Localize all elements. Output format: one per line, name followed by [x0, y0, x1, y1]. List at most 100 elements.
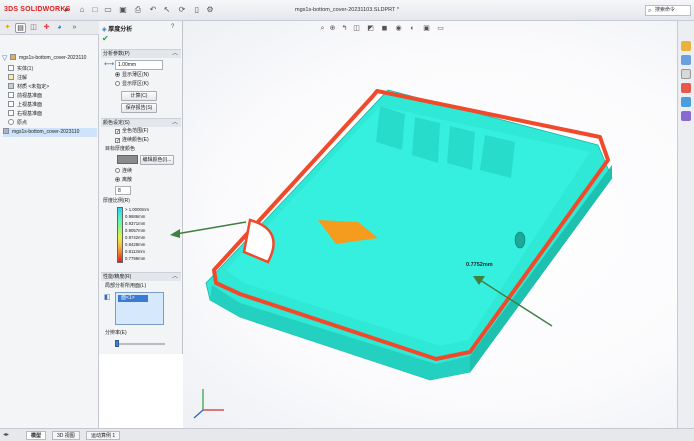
tab-motion-study[interactable]: 运动算例 1 — [86, 431, 121, 440]
tab-scroll-icon[interactable]: ◂▸ — [3, 431, 9, 438]
tab-3d-views[interactable]: 3D 视图 — [52, 431, 80, 440]
smooth-gradient-radio[interactable]: 连续 — [115, 168, 132, 175]
view-settings-icon[interactable]: ▭ — [436, 24, 445, 33]
section-view-icon[interactable]: ◫ — [352, 24, 361, 33]
resolution-slider-handle[interactable] — [115, 340, 119, 347]
bottom-tab-bar: ◂▸ 模型 3D 视图 运动算例 1 — [0, 428, 694, 441]
scale-value: 0.7799mm — [125, 256, 146, 261]
file-explorer-icon[interactable] — [681, 69, 691, 79]
plane-icon — [8, 101, 14, 107]
pm-title-text: 厚度分析 — [108, 27, 133, 33]
feature-manager-tab-icon[interactable]: ✦ — [2, 23, 13, 33]
scale-value: 0.8113mm — [125, 249, 145, 254]
group-title: 性能/精度(R) — [103, 274, 132, 280]
view-palette-icon[interactable] — [681, 83, 691, 93]
performance-header[interactable]: 性能/精度(R) ︿ — [101, 272, 181, 281]
thickness-dimension-icon: ⟷ — [104, 61, 115, 68]
tree-item-part-feature[interactable]: mgs1s-bottom_cover-2023110 — [3, 128, 97, 137]
hide-show-items-icon[interactable]: ◉ — [394, 24, 403, 33]
tree-item-label: 注解 — [17, 75, 28, 81]
tree-root-label: mgs1s-bottom_cover-2023110 — [19, 55, 87, 61]
radio-unselected — [115, 81, 120, 86]
scale-value: 0.9686mm — [125, 214, 146, 219]
title-bar: 3DS SOLIDWORKS ▸ ⌂ □ ▭ ▣ ⎙ ↶ ↖ ⟳ ▯ ⚙ mgs1… — [0, 0, 694, 21]
tree-item-label: 实体(1) — [17, 66, 34, 72]
discrete-steps-radio[interactable]: 离散 — [115, 177, 132, 184]
design-library-icon[interactable] — [681, 55, 691, 65]
pm-title: ◈ 厚度分析 — [102, 24, 132, 33]
group-title: 厚度比例(R) — [103, 198, 130, 204]
display-manager-tab-icon[interactable]: ◕ — [54, 23, 65, 33]
faces-selection-list[interactable]: 面<1> — [115, 292, 164, 325]
resolution-label: 分辨率(E) — [105, 330, 127, 336]
show-thick-regions-radio[interactable]: 显示厚区(K) — [115, 81, 149, 88]
custom-properties-icon[interactable] — [681, 111, 691, 121]
task-pane — [677, 21, 694, 428]
property-manager-tab-icon[interactable]: ▤ — [15, 23, 26, 33]
face-selection-icon: ◧ — [104, 294, 111, 301]
display-style-icon[interactable]: ◼ — [380, 24, 389, 33]
scale-value: 0.9371mm — [125, 221, 146, 226]
color-settings-header[interactable]: 颜色设定(S) ︿ — [101, 118, 181, 127]
save-report-button[interactable]: 保存报告(S) — [121, 103, 157, 113]
dimxpert-tab-icon[interactable]: ✚ — [41, 23, 52, 33]
ok-checkmark-icon[interactable]: ✔ — [102, 34, 109, 43]
tree-root-item[interactable]: mgs1s-bottom_cover-2023110 — [10, 54, 86, 63]
option-label: 连续颜色(E) — [122, 137, 149, 143]
collapse-chevron-icon: ︿ — [171, 274, 178, 280]
previous-view-icon[interactable]: ↰ — [340, 24, 349, 33]
thickness-readout-label: 0.7752mm — [466, 262, 493, 268]
search-commands-input[interactable]: ⌕ 搜索命令 — [645, 5, 691, 16]
tree-item-top-plane[interactable]: 上视基准面 — [8, 101, 42, 110]
graphics-viewport[interactable] — [183, 21, 677, 428]
view-orientation-icon[interactable]: ◩ — [366, 24, 375, 33]
target-thickness-input[interactable]: 1.00mm — [115, 60, 163, 70]
tab-overflow-icon[interactable]: » — [69, 23, 80, 33]
target-color-swatch[interactable] — [117, 155, 138, 164]
zoom-to-area-icon[interactable]: ⊕ — [328, 24, 337, 33]
tree-item-origin[interactable]: 原点 — [8, 119, 27, 128]
color-steps-spinner[interactable]: 8 — [115, 186, 131, 195]
tree-item-label: mgs1s-bottom_cover-2023110 — [12, 129, 80, 135]
solidworks-resources-icon[interactable] — [681, 41, 691, 51]
feature-manager-tree: ✦ ▤ ◫ ✚ ◕ » ▽ mgs1s-bottom_cover-2023110… — [0, 21, 99, 428]
selected-face-item[interactable]: 面<1> — [118, 295, 148, 302]
calculate-button[interactable]: 计算(C) — [121, 91, 157, 101]
search-icon: ⌕ — [648, 8, 652, 14]
tree-item-annotations[interactable]: 注解 — [8, 74, 27, 83]
part-icon — [10, 54, 16, 60]
group-title: 颜色设定(S) — [103, 120, 130, 126]
radio-selected — [115, 177, 120, 182]
tree-item-front-plane[interactable]: 前视基准面 — [8, 92, 42, 101]
radio-unselected — [115, 168, 120, 173]
tree-item-solid-bodies[interactable]: 实体(1) — [8, 65, 33, 74]
scale-value: 0.8742mm — [125, 235, 146, 240]
search-placeholder: 搜索命令 — [655, 7, 676, 13]
tree-item-material[interactable]: 材质 <未指定> — [8, 83, 49, 92]
continuous-color-checkbox[interactable]: ✓ 连续颜色(E) — [115, 137, 149, 144]
group-title: 分析参数(P) — [103, 51, 130, 57]
configuration-manager-tab-icon[interactable]: ◫ — [28, 23, 39, 33]
tree-item-label: 上视基准面 — [17, 102, 43, 108]
tree-item-right-plane[interactable]: 右视基准面 — [8, 110, 42, 119]
resolution-slider-track[interactable] — [117, 343, 165, 345]
manager-tabs: ✦ ▤ ◫ ✚ ◕ » — [0, 21, 99, 35]
apply-scene-icon[interactable]: ▣ — [422, 24, 431, 33]
thickness-scale-header: 厚度比例(R) — [101, 197, 181, 206]
edit-color-button[interactable]: 编辑颜色(I)... — [140, 155, 174, 165]
extrude-feature-icon — [3, 128, 9, 134]
full-color-range-checkbox[interactable]: ✓ 全色范围(F) — [115, 128, 148, 135]
tree-item-label: 右视基准面 — [17, 111, 43, 117]
checkbox-checked: ✓ — [115, 138, 121, 144]
filter-icon[interactable]: ▽ — [2, 54, 7, 63]
edit-appearance-icon[interactable]: ◐ — [408, 24, 417, 33]
tree-item-label: 材质 <未指定> — [17, 84, 50, 90]
plane-icon — [8, 110, 14, 116]
show-thin-regions-radio[interactable]: 显示薄区(N) — [115, 72, 149, 79]
analysis-params-header[interactable]: 分析参数(P) ︿ — [101, 49, 181, 58]
zoom-to-fit-icon[interactable]: ⌕ — [318, 24, 327, 33]
option-label: 离散 — [122, 177, 133, 183]
help-icon[interactable]: ? — [171, 24, 174, 30]
tab-model[interactable]: 模型 — [26, 431, 47, 440]
appearances-icon[interactable] — [681, 97, 691, 107]
